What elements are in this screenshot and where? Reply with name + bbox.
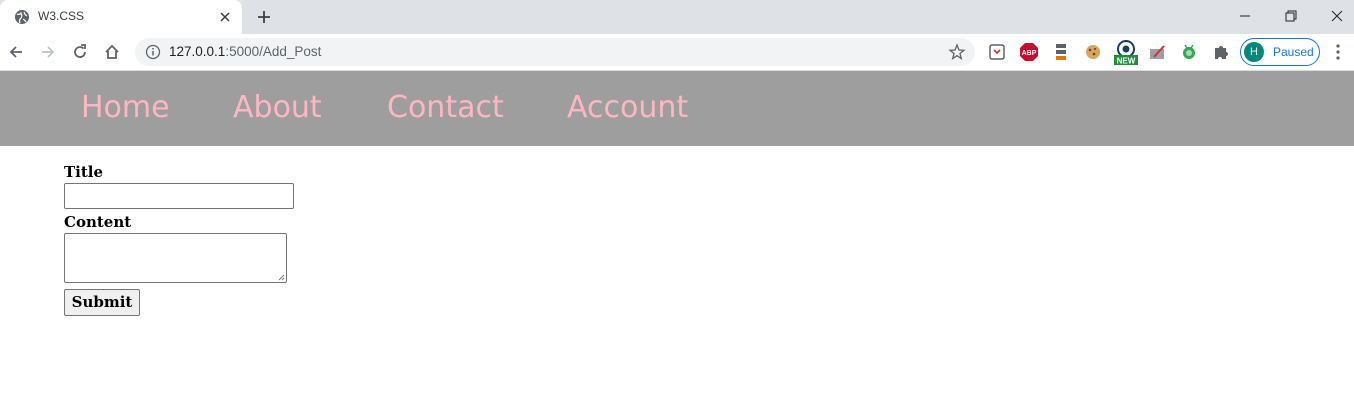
browser-toolbar: 127.0.0.1:5000/Add_Post ABP NEW H Paused <box>0 34 1354 71</box>
minimize-icon[interactable] <box>1235 6 1255 26</box>
adblock-plus-icon[interactable]: ABP <box>1019 42 1039 62</box>
nav-about-link[interactable]: About <box>233 90 322 125</box>
resize-grip-icon[interactable] <box>278 274 285 281</box>
profile-status: Paused <box>1273 45 1314 59</box>
home-icon[interactable] <box>102 42 122 62</box>
bug-icon[interactable] <box>1179 42 1199 62</box>
new-tab-icon[interactable] <box>255 8 273 26</box>
back-icon[interactable] <box>6 42 26 62</box>
puzzle-icon[interactable] <box>1211 42 1231 62</box>
close-window-icon[interactable] <box>1327 6 1347 26</box>
nav-account-link[interactable]: Account <box>567 90 688 125</box>
url-path: :5000/Add_Post <box>225 44 322 59</box>
bookmark-star-icon[interactable] <box>948 43 966 61</box>
url-host: 127.0.0.1 <box>169 44 226 59</box>
restore-icon[interactable] <box>1281 6 1301 26</box>
eraser-icon[interactable] <box>1148 42 1168 62</box>
site-navbar: Home About Contact Account <box>0 71 1354 146</box>
forward-icon[interactable] <box>38 42 58 62</box>
stack-icon[interactable] <box>1051 42 1071 62</box>
globe-icon <box>15 10 29 24</box>
url-text[interactable]: 127.0.0.1:5000/Add_Post <box>169 44 321 59</box>
browser-tab-strip: W3.CSS <box>0 0 1354 34</box>
title-input[interactable] <box>64 183 294 209</box>
clipper-icon[interactable] <box>987 42 1007 62</box>
browser-tab[interactable]: W3.CSS <box>0 0 242 34</box>
nav-contact-link[interactable]: Contact <box>387 90 504 125</box>
kebab-menu-icon[interactable] <box>1330 42 1346 62</box>
abp-text: ABP <box>1022 50 1037 57</box>
cookie-icon[interactable] <box>1083 42 1103 62</box>
content-textarea[interactable] <box>64 233 287 283</box>
reload-icon[interactable] <box>70 42 90 62</box>
submit-button[interactable]: Submit <box>64 289 140 316</box>
tab-title: W3.CSS <box>38 9 85 23</box>
address-bar[interactable]: 127.0.0.1:5000/Add_Post <box>135 38 975 66</box>
title-label: Title <box>64 163 104 181</box>
info-icon[interactable] <box>145 44 161 60</box>
avatar: H <box>1244 42 1264 62</box>
close-tab-icon[interactable] <box>217 9 233 25</box>
new-badge: NEW <box>1117 57 1136 66</box>
nav-home-link[interactable]: Home <box>81 90 170 125</box>
tracker-new-icon[interactable]: NEW <box>1114 39 1138 65</box>
content-label: Content <box>64 213 132 231</box>
profile-button[interactable]: H Paused <box>1240 38 1320 66</box>
